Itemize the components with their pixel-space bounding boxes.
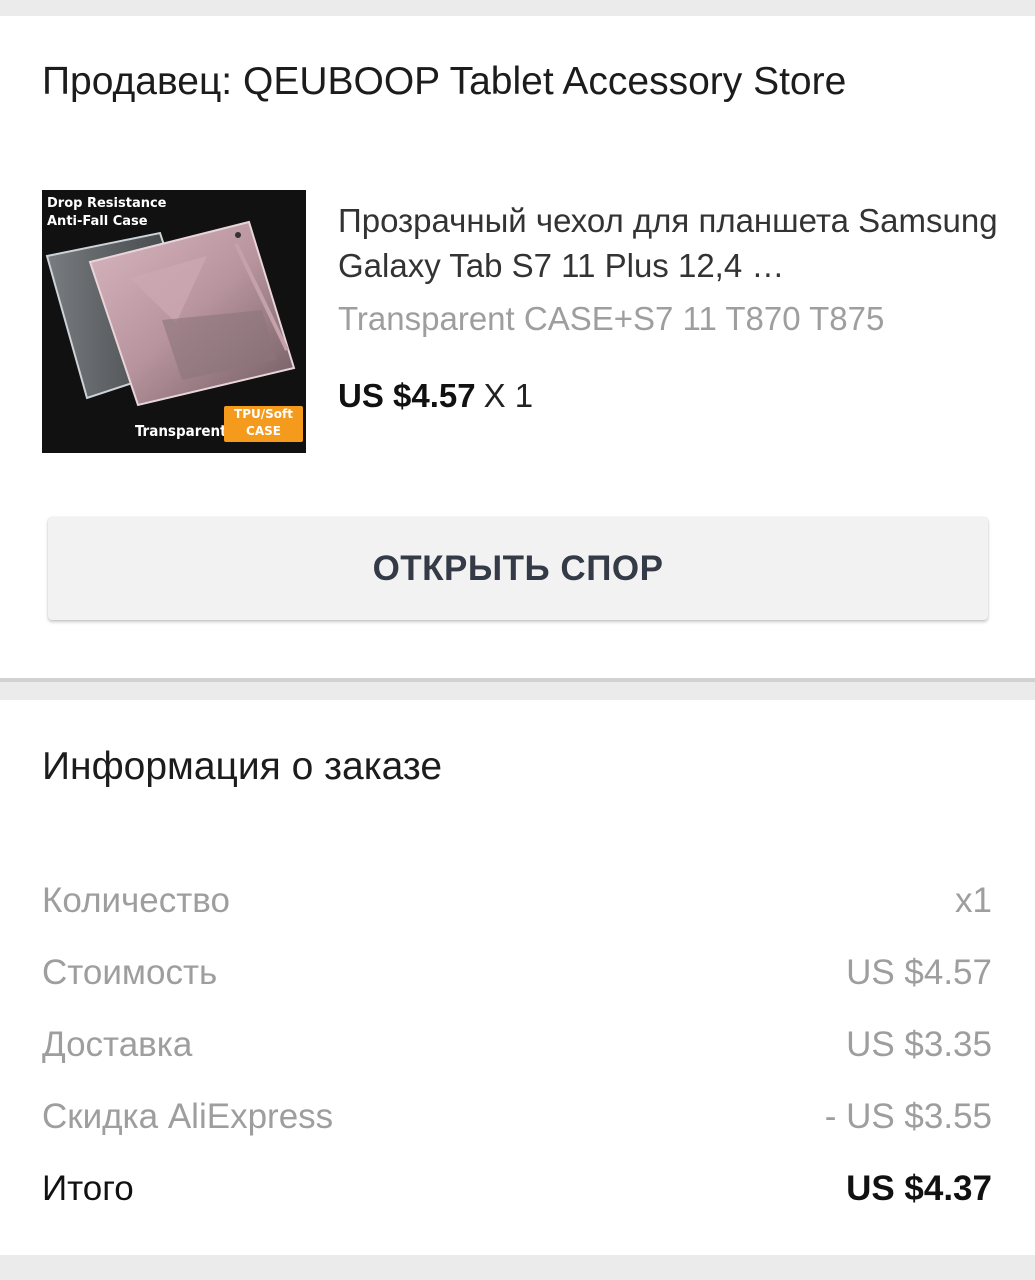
order-info-card: Информация о заказе Количество x1 Стоимо… bbox=[0, 700, 1035, 1255]
info-label: Скидка AliExpress bbox=[42, 1097, 334, 1136]
info-value: x1 bbox=[955, 881, 992, 920]
seller-name[interactable]: Продавец: QEUBOOP Tablet Accessory Store bbox=[42, 60, 846, 104]
info-label: Стоимость bbox=[42, 953, 218, 992]
info-row-quantity: Количество x1 bbox=[42, 876, 992, 926]
info-row-total: Итого US $4.37 bbox=[42, 1164, 992, 1214]
product-info[interactable]: Прозрачный чехол для планшета Samsung Ga… bbox=[338, 198, 998, 342]
info-value: - US $3.55 bbox=[824, 1097, 992, 1136]
product-price: US $4.57 bbox=[338, 377, 476, 414]
info-value: US $4.57 bbox=[846, 953, 992, 992]
info-value: US $3.35 bbox=[846, 1025, 992, 1064]
product-variant: Transparent CASE+S7 11 T870 T875 bbox=[338, 300, 885, 337]
total-label: Итого bbox=[42, 1169, 134, 1208]
section-divider bbox=[0, 678, 1035, 682]
info-label: Доставка bbox=[42, 1025, 193, 1064]
product-quantity: X 1 bbox=[483, 377, 534, 414]
product-image[interactable]: Drop Resistance Anti-Fall Case Transpare… bbox=[42, 190, 306, 453]
order-info-title: Информация о заказе bbox=[42, 745, 443, 788]
open-dispute-button[interactable]: ОТКРЫТЬ СПОР bbox=[48, 517, 988, 620]
info-row-discount: Скидка AliExpress - US $3.55 bbox=[42, 1092, 992, 1142]
image-caption-top: Drop Resistance Anti-Fall Case bbox=[47, 196, 167, 229]
total-value: US $4.37 bbox=[846, 1169, 992, 1208]
product-title[interactable]: Прозрачный чехол для планшета Samsung Ga… bbox=[338, 198, 998, 288]
seller-card: Продавец: QEUBOOP Tablet Accessory Store bbox=[0, 16, 1035, 678]
image-badge: TPU/Soft CASE bbox=[224, 406, 303, 442]
image-caption-bottom: Transparent bbox=[135, 422, 227, 440]
price-row: US $4.57 X 1 bbox=[338, 377, 533, 415]
info-label: Количество bbox=[42, 881, 230, 920]
info-row-shipping: Доставка US $3.35 bbox=[42, 1020, 992, 1070]
info-row-cost: Стоимость US $4.57 bbox=[42, 948, 992, 998]
